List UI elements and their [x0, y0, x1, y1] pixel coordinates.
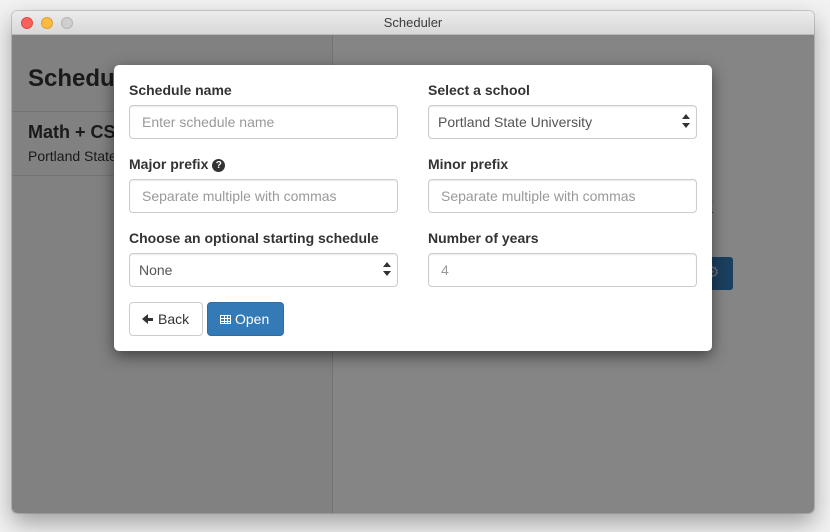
- major-prefix-label: Major prefix?: [129, 154, 398, 174]
- back-button[interactable]: Back: [129, 302, 203, 336]
- open-button-label: Open: [235, 311, 270, 327]
- minor-prefix-input[interactable]: [428, 179, 697, 213]
- schedule-name-label: Schedule name: [129, 82, 232, 98]
- starting-schedule-group: Choose an optional starting schedule Non…: [129, 228, 398, 287]
- starting-schedule-select[interactable]: None: [129, 253, 398, 287]
- arrow-left-icon: [142, 314, 153, 325]
- new-schedule-dialog: Schedule name Select a school Portland S…: [114, 65, 712, 351]
- schedule-name-input[interactable]: [129, 105, 398, 139]
- minor-prefix-label: Minor prefix: [428, 156, 509, 172]
- school-select[interactable]: Portland State University: [428, 105, 697, 139]
- question-circle-icon[interactable]: ?: [212, 159, 226, 172]
- window-title: Scheduler: [383, 15, 443, 30]
- major-prefix-group: Major prefix?: [129, 154, 398, 213]
- select-arrows-icon: [383, 262, 391, 277]
- title-bar[interactable]: Scheduler: [12, 11, 814, 35]
- starting-schedule-label: Choose an optional starting schedule: [129, 230, 379, 246]
- school-selected-value: Portland State University: [438, 114, 593, 130]
- minor-prefix-group: Minor prefix: [428, 154, 697, 213]
- back-button-label: Back: [158, 311, 190, 327]
- years-label: Number of years: [428, 230, 539, 246]
- major-prefix-input[interactable]: [129, 179, 398, 213]
- years-group: Number of years: [428, 228, 697, 287]
- school-group: Select a school Portland State Universit…: [428, 80, 697, 139]
- open-button[interactable]: Open: [207, 302, 284, 336]
- years-input[interactable]: [428, 253, 697, 287]
- select-arrows-icon: [682, 114, 690, 129]
- table-icon: [220, 315, 231, 324]
- starting-schedule-selected-value: None: [139, 262, 173, 278]
- schedule-name-group: Schedule name: [129, 80, 398, 139]
- school-label: Select a school: [428, 82, 530, 98]
